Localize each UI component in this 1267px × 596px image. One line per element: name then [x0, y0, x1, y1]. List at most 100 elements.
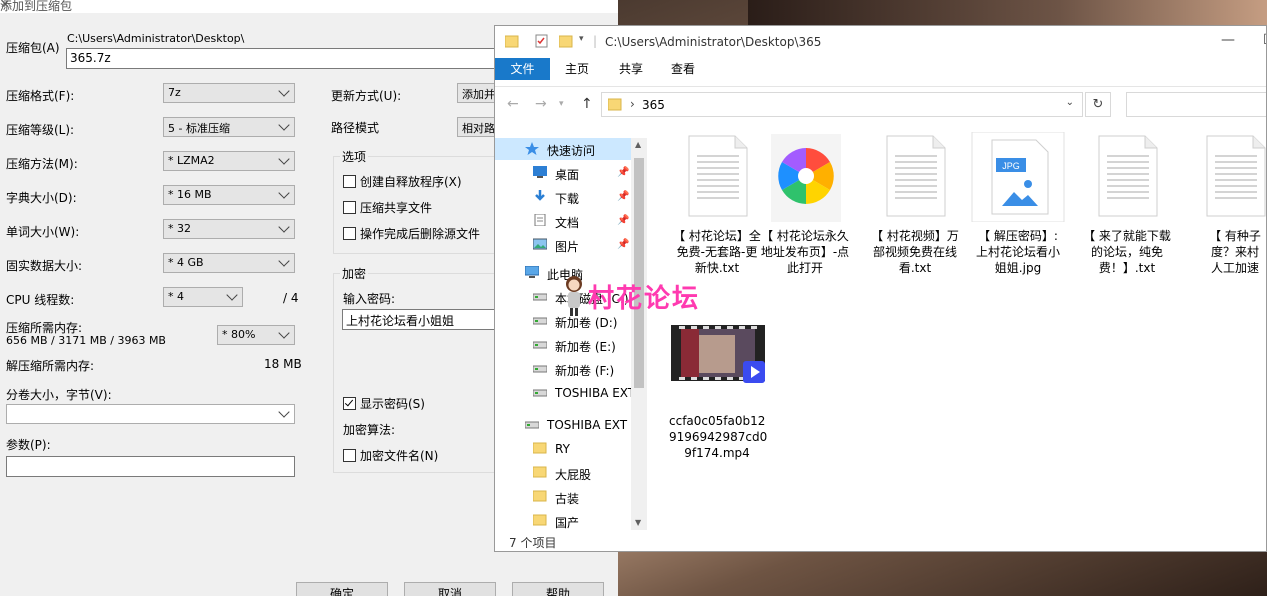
password-label: 输入密码:	[343, 292, 396, 306]
shared-files-checkbox[interactable]: 压缩共享文件	[343, 199, 432, 216]
level-select[interactable]: 5 - 标准压缩	[163, 117, 295, 137]
nav-item[interactable]: 新加卷 (E:)	[495, 334, 631, 356]
star-icon	[525, 142, 539, 155]
file-name-line: 【 解压密码】:	[978, 229, 1058, 243]
maximize-icon[interactable]: ☐	[1263, 32, 1266, 48]
folder-icon	[504, 34, 519, 51]
nav-item[interactable]: 下载 📌	[495, 186, 631, 208]
encrypt-names-checkbox[interactable]: 加密文件名(N)	[343, 447, 438, 464]
scroll-down-icon[interactable]: ▼	[635, 518, 641, 527]
nav-item[interactable]: 图片 📌	[495, 234, 631, 256]
format-select[interactable]: 7z	[163, 83, 295, 103]
search-input[interactable]	[1126, 92, 1266, 117]
watermark-text: 村花论坛	[588, 284, 701, 314]
up-arrow-icon[interactable]: ↑	[581, 96, 593, 112]
tab-home[interactable]: 主页	[555, 58, 599, 80]
file-name-line: 9196942987cd0	[669, 430, 768, 444]
pin-icon: 📌	[617, 191, 630, 202]
drive-icon	[532, 290, 548, 302]
nav-item[interactable]: TOSHIBA EXT (	[495, 414, 636, 436]
nav-item[interactable]: 古装	[495, 486, 631, 508]
chevron-down-icon[interactable]: ▾	[579, 34, 584, 44]
address-bar[interactable]: › 365 ⌄	[601, 92, 1083, 117]
chevron-down-icon[interactable]: ⌄	[1066, 97, 1074, 108]
tab-share[interactable]: 共享	[609, 58, 653, 80]
file-name-line: 上村花论坛看小	[975, 245, 1060, 259]
file-view: 【 村花论坛】全 免费-无套路-更 新快.txt 【 村花论坛永久 地址发布页】-点 此打…	[647, 131, 1266, 532]
file-item[interactable]: 【 来了就能下载 的论坛，纯免 费！】.txt	[1079, 132, 1175, 275]
nav-item[interactable]: 快速访问	[495, 138, 631, 160]
tab-view[interactable]: 查看	[661, 58, 705, 80]
file-item[interactable]: ccfa0c05fa0b12 9196942987cd0 9f174.mp4	[669, 317, 768, 460]
nav-item[interactable]: 文档 📌	[495, 210, 631, 232]
mem-value: 656 MB / 3171 MB / 3963 MB	[6, 334, 166, 347]
drive-icon	[532, 314, 548, 326]
nav-item[interactable]: 桌面 📌	[495, 162, 631, 184]
nav-item[interactable]: 国产	[495, 510, 631, 532]
method-label: 压缩方法(M):	[6, 157, 78, 171]
file-name-line: 的论坛，纯免	[1090, 245, 1163, 259]
dict-select[interactable]: * 16 MB	[163, 185, 295, 205]
text-file-icon	[1079, 132, 1175, 222]
text-file-icon	[867, 132, 963, 222]
cancel-button[interactable]: 取消	[404, 582, 496, 596]
enc-method-label: 加密算法:	[343, 423, 396, 437]
title-path: C:\Users\Administrator\Desktop\365	[605, 35, 822, 49]
decomp-label: 解压缩所需内存:	[6, 359, 95, 373]
sfx-checkbox[interactable]: 创建自释放程序(X)	[343, 173, 462, 190]
nav-item[interactable]: 大屁股	[495, 462, 631, 484]
file-name-line: 姐姐.jpg	[994, 261, 1042, 275]
delete-after-checkbox[interactable]: 操作完成后删除源文件	[343, 225, 480, 242]
word-select[interactable]: * 32	[163, 219, 295, 239]
solid-select[interactable]: * 4 GB	[163, 253, 295, 273]
nav-item-label: 下载	[555, 192, 580, 206]
nav-item[interactable]: RY	[495, 438, 631, 460]
minimize-icon[interactable]: —	[1221, 32, 1235, 48]
properties-icon[interactable]	[535, 34, 549, 51]
password-input[interactable]: 上村花论坛看小姐姐	[342, 309, 502, 330]
jpg-image-icon: JPG	[970, 131, 1066, 223]
file-name-line: 免费-无套路-更	[676, 245, 758, 259]
tab-file[interactable]: 文件	[495, 58, 550, 80]
nav-item[interactable]: TOSHIBA EXT	[495, 382, 635, 404]
file-name: 【 有种子 度？来村 人工加速	[1187, 228, 1266, 276]
nav-scrollbar[interactable]: ▲ ▼	[631, 138, 647, 530]
file-name: 【 村花论坛永久 地址发布页】-点 此打开	[757, 228, 853, 276]
nav-item-label: 大屁股	[555, 468, 592, 482]
show-password-checkbox[interactable]: 显示密码(S)	[343, 395, 425, 412]
file-item[interactable]: 【 村花论坛】全 免费-无套路-更 新快.txt	[669, 132, 765, 275]
archive-name-input[interactable]: 365.7z	[66, 48, 506, 69]
close-icon[interactable]: ✕	[0, 0, 610, 11]
nav-item-label: 国产	[555, 516, 580, 530]
scroll-thumb[interactable]	[634, 158, 644, 388]
mem-percent-select[interactable]: * 80%	[217, 325, 295, 345]
method-select[interactable]: * LZMA2	[163, 151, 295, 171]
refresh-icon[interactable]: ↻	[1085, 92, 1111, 117]
file-item[interactable]: 【 有种子 度？来村 人工加速	[1187, 132, 1266, 275]
help-button[interactable]: 帮助	[512, 582, 604, 596]
svg-text:JPG: JPG	[1002, 161, 1020, 171]
file-item[interactable]: 【 村花视频】万 部视频免费在线 看.txt	[867, 132, 963, 275]
breadcrumb-365[interactable]: 365	[642, 98, 665, 112]
scroll-up-icon[interactable]: ▲	[635, 140, 641, 149]
ok-button[interactable]: 确定	[296, 582, 388, 596]
file-item[interactable]: JPG 【 解压密码】: 上村花论坛看小 姐姐.jpg	[970, 131, 1066, 275]
file-name-line: 【 村花论坛】全	[673, 229, 761, 243]
cpu-select[interactable]: * 4	[163, 287, 243, 307]
nav-item-label: TOSHIBA EXT	[555, 386, 636, 400]
document-icon	[533, 213, 547, 227]
back-arrow-icon[interactable]: ←	[507, 96, 519, 112]
split-size-select[interactable]	[6, 404, 295, 424]
drive-icon	[532, 386, 548, 398]
forward-arrow-icon[interactable]: →	[535, 96, 547, 112]
pinwheel-browser-icon	[757, 132, 853, 222]
chevron-down-icon[interactable]: ▾	[559, 99, 564, 109]
file-name-line: 地址发布页】-点	[760, 245, 850, 259]
breadcrumb-separator: ›	[630, 97, 635, 111]
file-item[interactable]: 【 村花论坛永久 地址发布页】-点 此打开	[757, 132, 853, 275]
nav-item-label: 快速访问	[547, 144, 596, 158]
nav-item[interactable]: 新加卷 (F:)	[495, 358, 631, 380]
file-name-line: 【 村花视频】万	[871, 229, 959, 243]
new-folder-icon[interactable]	[558, 34, 573, 51]
params-input[interactable]	[6, 456, 295, 477]
